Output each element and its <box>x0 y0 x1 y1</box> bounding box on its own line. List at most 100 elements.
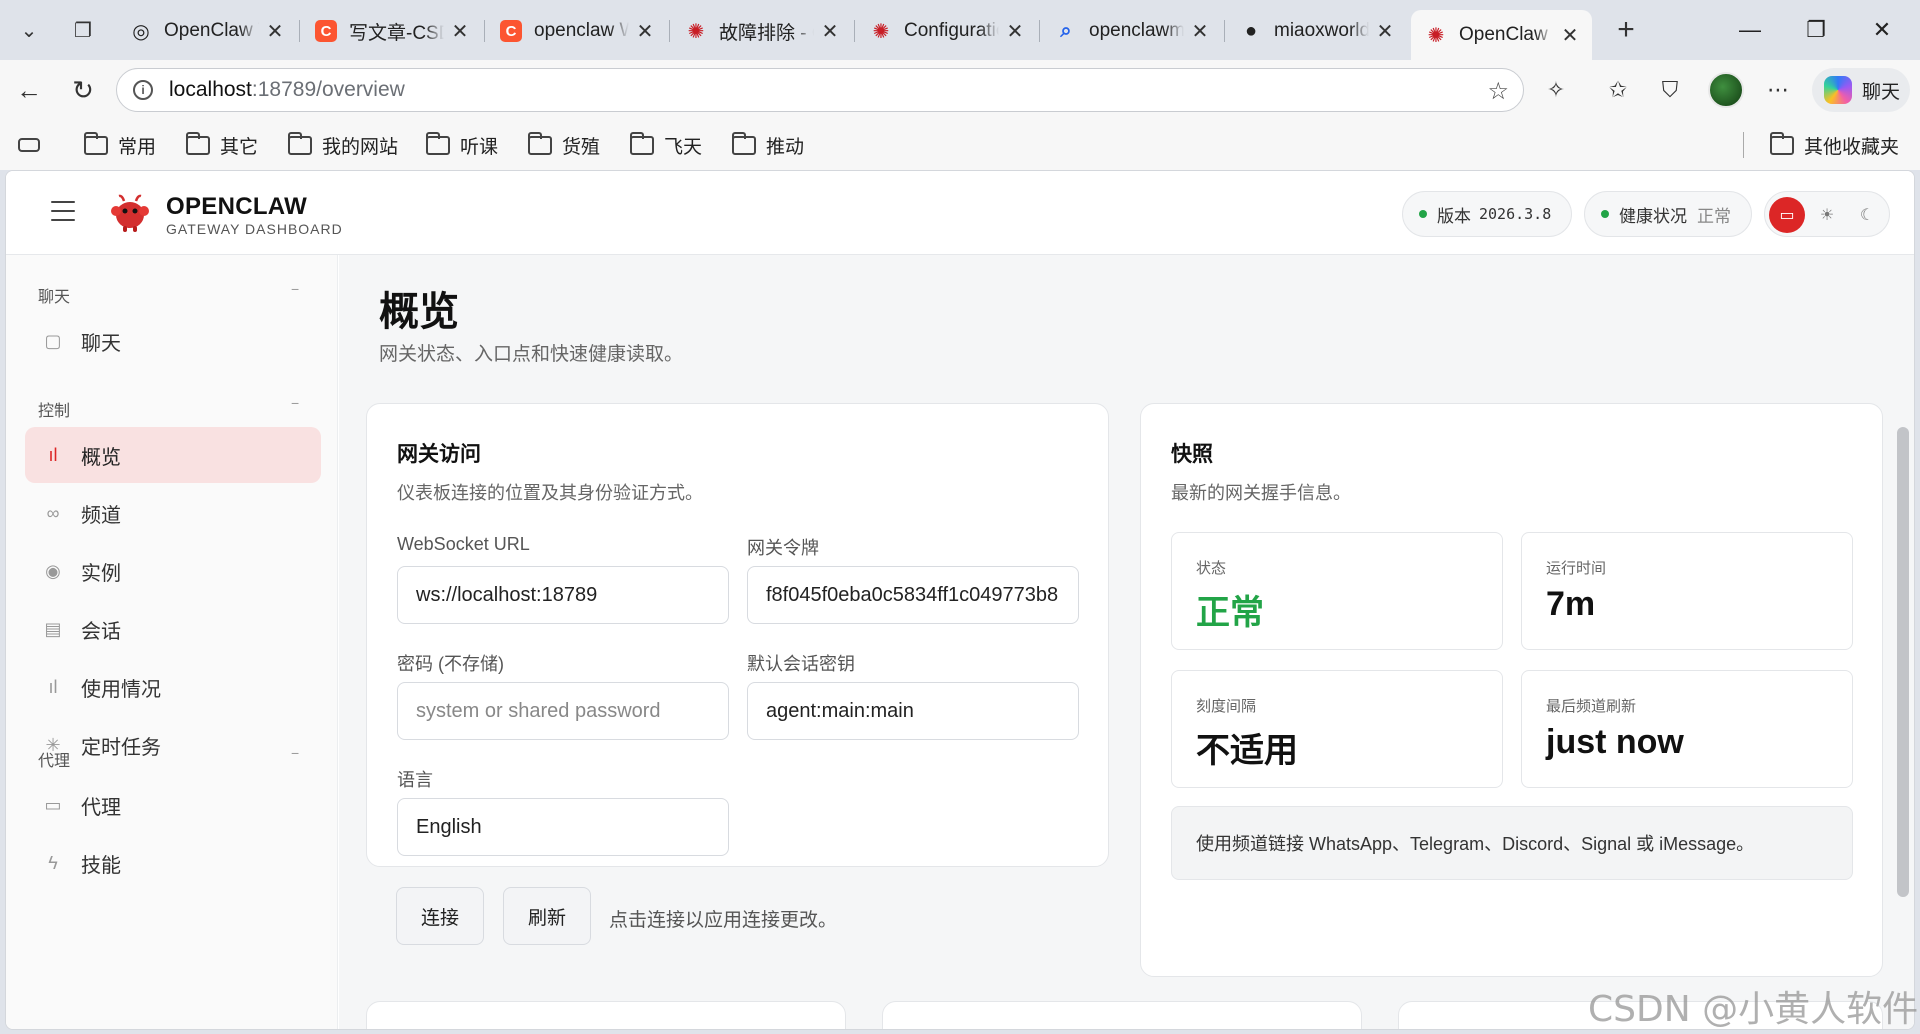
tab-label: miaoxworld/ <box>1274 20 1369 41</box>
browser-essentials-shield-icon[interactable]: ⛉ <box>1652 72 1688 108</box>
address-bar[interactable]: i localhost:18789/overview ☆ <box>116 68 1524 112</box>
section-collapse-icon[interactable]: − <box>291 745 299 761</box>
sidebar-item[interactable]: ▤ 会话 <box>25 601 321 657</box>
gateway-access-card: 网关访问 仪表板连接的位置及其身份验证方式。 WebSocket URL ws:… <box>366 403 1109 867</box>
close-window-button[interactable]: ✕ <box>1852 8 1912 52</box>
browser-tab[interactable]: C 写文章-CSDN博客 ✕ <box>301 10 482 52</box>
tab-close-icon[interactable]: ✕ <box>265 19 285 44</box>
tab-separator <box>1224 20 1225 42</box>
stat-value: 不适用 <box>1196 732 1298 770</box>
language-select[interactable]: English <box>397 798 729 856</box>
tab-close-icon[interactable]: ✕ <box>450 19 470 44</box>
sidebar-item[interactable]: ıl 使用情况 <box>25 659 321 715</box>
bookmark-folder[interactable]: 听课 <box>426 130 498 160</box>
sidebar-item[interactable]: ◉ 实例 <box>25 543 321 599</box>
tab-label: openclawmarket <box>1089 20 1184 41</box>
other-bookmarks-folder[interactable]: 其他收藏夹 <box>1770 130 1899 160</box>
sidebar-item-label: 代理 <box>81 796 121 819</box>
stat-value: just now <box>1546 723 1684 761</box>
password-label: 密码 (不存储) <box>397 654 504 674</box>
tab-close-icon[interactable]: ✕ <box>1375 19 1395 44</box>
tab-label: OpenClaw Control <box>1459 24 1554 45</box>
bookmark-folder[interactable]: 其它 <box>186 130 258 160</box>
favorite-star-icon[interactable]: ☆ <box>1487 77 1509 106</box>
bookmark-folder[interactable]: 推动 <box>732 130 804 160</box>
sidebar-item[interactable]: ▭ 代理 <box>25 777 321 833</box>
light-theme-sun-icon[interactable]: ☀ <box>1809 197 1845 233</box>
theme-switcher: ▭ ☀ ☾ <box>1764 191 1890 237</box>
minimize-button[interactable]: — <box>1720 8 1780 52</box>
browser-tab[interactable]: ⌕ openclawmarket ✕ <box>1041 10 1222 52</box>
menu-hamburger-icon[interactable] <box>51 201 75 221</box>
browser-tab[interactable]: ✺ Configuration ✕ <box>856 10 1037 52</box>
app-header: OPENCLAW GATEWAY DASHBOARD 版本 2026.3.8 健… <box>6 171 1914 255</box>
section-collapse-icon[interactable]: − <box>291 281 299 297</box>
browser-tab[interactable]: ✺ OpenClaw Control ✕ <box>1411 10 1592 60</box>
card-subtitle: 最新的网关握手信息。 <box>1171 483 1351 503</box>
more-menu-icon[interactable]: ⋯ <box>1760 72 1796 108</box>
app-window: OPENCLAW GATEWAY DASHBOARD 版本 2026.3.8 健… <box>5 170 1915 1030</box>
sidebar-item[interactable]: ▢ 聊天 <box>25 313 321 369</box>
site-info-icon[interactable]: i <box>133 80 153 100</box>
bookmark-folder[interactable]: 货殖 <box>528 130 600 160</box>
reading-list-icon[interactable] <box>18 130 40 160</box>
tab-close-icon[interactable]: ✕ <box>1190 19 1210 44</box>
favorites-icon[interactable]: ✩ <box>1600 72 1636 108</box>
connect-button[interactable]: 连接 <box>396 887 484 945</box>
bookmark-label: 推动 <box>766 136 805 158</box>
tab-close-icon[interactable]: ✕ <box>1560 23 1580 48</box>
snapshot-stat: 运行时间 7m <box>1521 532 1853 650</box>
folder-icon <box>630 131 654 155</box>
search-icon: ⌕ <box>1060 19 1072 42</box>
reload-icon[interactable]: ↻ <box>62 70 104 110</box>
gateway-token-input[interactable]: f8f045f0eba0c5834ff1c049773b8 <box>747 566 1079 624</box>
openclaw-icon: ✺ <box>687 20 705 43</box>
lower-card <box>882 1001 1362 1029</box>
folder-icon <box>288 131 312 155</box>
snapshot-stat: 最后频道刷新 just now <box>1521 670 1853 788</box>
maximize-button[interactable]: ❐ <box>1786 8 1846 52</box>
page-scrollbar[interactable] <box>1897 427 1909 897</box>
tab-actions-chevron-icon[interactable]: ⌄ <box>6 10 52 50</box>
session-key-input[interactable]: agent:main:main <box>747 682 1079 740</box>
tab-separator <box>854 20 855 42</box>
websocket-url-input[interactable]: ws://localhost:18789 <box>397 566 729 624</box>
csdn-watermark: CSDN @小黄人软件 <box>1588 989 1919 1030</box>
tab-close-icon[interactable]: ✕ <box>635 19 655 44</box>
bookmark-folder[interactable]: 常用 <box>84 130 156 160</box>
dark-theme-moon-icon[interactable]: ☾ <box>1849 197 1885 233</box>
system-theme-monitor-icon[interactable]: ▭ <box>1769 197 1805 233</box>
password-input[interactable]: system or shared password <box>397 682 729 740</box>
refresh-button[interactable]: 刷新 <box>503 887 591 945</box>
page-subtitle: 网关状态、入口点和快速健康读取。 <box>379 344 684 365</box>
section-collapse-icon[interactable]: − <box>291 395 299 411</box>
sidebar-item[interactable]: ıl 概览 <box>25 427 321 483</box>
bookmark-label: 飞天 <box>664 136 703 158</box>
extensions-puzzle-icon[interactable]: ✧ <box>1538 72 1574 108</box>
profile-avatar[interactable] <box>1708 72 1744 108</box>
tab-close-icon[interactable]: ✕ <box>820 19 840 44</box>
browser-tab[interactable]: ✺ 故障排除 - OpenClaw ✕ <box>671 10 852 52</box>
snapshot-stat: 刻度间隔 不适用 <box>1171 670 1503 788</box>
sidebar-item[interactable]: ∞ 频道 <box>25 485 321 541</box>
tab-close-icon[interactable]: ✕ <box>1005 19 1025 44</box>
new-tab-button[interactable]: + <box>1603 10 1649 50</box>
folder-icon: ▭ <box>44 794 62 815</box>
browser-tab[interactable]: ● miaoxworld/ ✕ <box>1226 10 1407 52</box>
bookmark-folder[interactable]: 我的网站 <box>288 130 398 160</box>
sidebar-item[interactable]: ϟ 技能 <box>25 835 321 891</box>
bookmark-label: 其他收藏夹 <box>1804 136 1900 158</box>
copilot-chat-button[interactable]: 聊天 <box>1812 68 1910 112</box>
status-dot-icon <box>1419 210 1427 218</box>
address-url: localhost:18789/overview <box>169 78 405 102</box>
sidebar-item-label: 使用情况 <box>81 678 161 701</box>
page-title: 概览 <box>379 290 459 334</box>
back-arrow-icon[interactable]: ← <box>8 70 50 110</box>
browser-tab[interactable]: ◎ OpenClaw Tools ✕ <box>116 10 297 52</box>
browser-tab[interactable]: Copenclaw Windows ✕ <box>486 10 667 52</box>
url-path: :18789/overview <box>251 78 405 101</box>
bookmark-folder[interactable]: 飞天 <box>630 130 702 160</box>
session-key-label: 默认会话密钥 <box>747 654 855 674</box>
sidebar-item-label: 实例 <box>81 562 121 585</box>
workspaces-icon[interactable]: ❐ <box>60 10 106 50</box>
